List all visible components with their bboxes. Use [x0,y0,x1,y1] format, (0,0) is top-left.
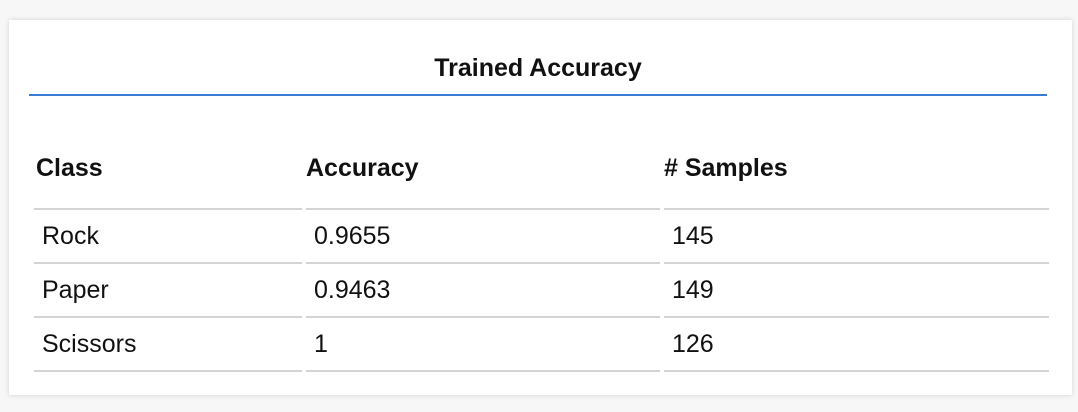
accuracy-card: Trained Accuracy Class Accuracy # Sample… [9,20,1072,395]
table-row: Scissors 1 126 [34,318,1049,372]
cell-accuracy: 1 [306,318,660,372]
table-row: Paper 0.9463 149 [34,264,1049,318]
column-header-class: Class [34,128,302,210]
column-header-accuracy: Accuracy [306,128,660,210]
cell-samples: 149 [664,264,1049,318]
cell-class: Scissors [34,318,302,372]
table-row: Rock 0.9655 145 [34,210,1049,264]
column-header-samples: # Samples [664,128,1049,210]
cell-samples: 145 [664,210,1049,264]
cell-class: Paper [34,264,302,318]
table-header-row: Class Accuracy # Samples [34,128,1049,210]
cell-class: Rock [34,210,302,264]
card-title: Trained Accuracy [29,50,1047,96]
accuracy-table: Class Accuracy # Samples Rock 0.9655 145… [30,128,1053,372]
cell-accuracy: 0.9463 [306,264,660,318]
cell-accuracy: 0.9655 [306,210,660,264]
cell-samples: 126 [664,318,1049,372]
